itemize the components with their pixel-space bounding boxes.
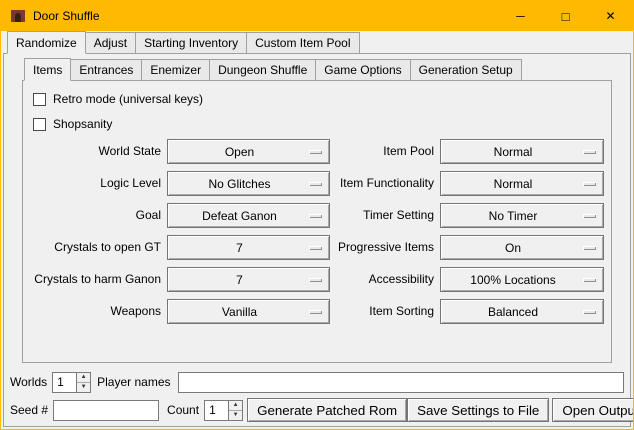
dropdown-indicator-icon xyxy=(583,310,596,314)
timer-setting-dropdown[interactable]: No Timer xyxy=(440,203,604,228)
crystals-ganon-dropdown[interactable]: 7 xyxy=(167,267,330,292)
goal-dropdown[interactable]: Defeat Ganon xyxy=(167,203,330,228)
open-output-directory-button[interactable]: Open Output Directory xyxy=(552,398,634,422)
goal-label: Goal xyxy=(29,203,161,228)
checkbox-icon xyxy=(33,93,46,106)
dropdown-value: No Glitches xyxy=(208,177,288,191)
logic-level-label: Logic Level xyxy=(29,171,161,196)
world-state-label: World State xyxy=(29,139,161,164)
worlds-input[interactable] xyxy=(52,372,76,393)
spin-down-icon[interactable]: ▼ xyxy=(77,383,90,392)
count-spinbox: ▲ ▼ xyxy=(204,400,243,421)
door-shuffle-window: Door Shuffle ─ □ ✕ Randomize Adjust Star… xyxy=(0,0,634,430)
inner-tab-bar: Items Entrances Enemizer Dungeon Shuffle… xyxy=(22,58,612,80)
minimize-button[interactable]: ─ xyxy=(498,1,543,31)
progressive-items-dropdown[interactable]: On xyxy=(440,235,604,260)
window-title: Door Shuffle xyxy=(33,9,498,23)
titlebar[interactable]: Door Shuffle ─ □ ✕ xyxy=(1,1,633,31)
tab-starting-inventory[interactable]: Starting Inventory xyxy=(135,32,247,54)
dropdown-indicator-icon xyxy=(309,214,322,218)
option-row: Crystals to harm Ganon 7 Accessibility 1… xyxy=(29,267,611,292)
checkbox-icon xyxy=(33,118,46,131)
logic-level-dropdown[interactable]: No Glitches xyxy=(167,171,330,196)
count-label: Count xyxy=(167,403,199,417)
dropdown-value: No Timer xyxy=(489,209,556,223)
tab-adjust[interactable]: Adjust xyxy=(85,32,136,54)
count-input[interactable] xyxy=(204,400,228,421)
items-pane: Retro mode (universal keys) Shopsanity W… xyxy=(22,80,612,363)
checkbox-label: Retro mode (universal keys) xyxy=(53,92,203,106)
spin-down-icon[interactable]: ▼ xyxy=(229,411,242,420)
progressive-items-label: Progressive Items xyxy=(330,235,434,260)
accessibility-dropdown[interactable]: 100% Locations xyxy=(440,267,604,292)
option-row: Logic Level No Glitches Item Functionali… xyxy=(29,171,611,196)
tab-dungeon-shuffle[interactable]: Dungeon Shuffle xyxy=(209,59,316,81)
player-names-label: Player names xyxy=(97,375,170,389)
weapons-label: Weapons xyxy=(29,299,161,324)
dropdown-indicator-icon xyxy=(309,246,322,250)
world-state-dropdown[interactable]: Open xyxy=(167,139,330,164)
footer: Worlds ▲ ▼ Player names Seed # Count xyxy=(10,371,624,422)
dropdown-value: 7 xyxy=(236,241,261,255)
crystals-gt-label: Crystals to open GT xyxy=(29,235,161,260)
tab-enemizer[interactable]: Enemizer xyxy=(141,59,210,81)
randomize-pane: Items Entrances Enemizer Dungeon Shuffle… xyxy=(3,53,631,427)
close-button[interactable]: ✕ xyxy=(588,1,633,31)
timer-setting-label: Timer Setting xyxy=(330,203,434,228)
dropdown-indicator-icon xyxy=(583,278,596,282)
dropdown-indicator-icon xyxy=(583,214,596,218)
dropdown-value: Balanced xyxy=(488,305,556,319)
seed-label: Seed # xyxy=(10,403,48,417)
dropdown-value: Normal xyxy=(494,177,551,191)
item-functionality-label: Item Functionality xyxy=(330,171,434,196)
tab-game-options[interactable]: Game Options xyxy=(315,59,410,81)
item-pool-dropdown[interactable]: Normal xyxy=(440,139,604,164)
save-settings-button[interactable]: Save Settings to File xyxy=(407,398,549,422)
spin-up-icon[interactable]: ▲ xyxy=(229,401,242,411)
generate-patched-rom-button[interactable]: Generate Patched Rom xyxy=(247,398,407,422)
dropdown-indicator-icon xyxy=(583,182,596,186)
dropdown-value: Defeat Ganon xyxy=(202,209,295,223)
checkbox-label: Shopsanity xyxy=(53,117,112,131)
crystals-ganon-label: Crystals to harm Ganon xyxy=(29,267,161,292)
dropdown-indicator-icon xyxy=(583,246,596,250)
dropdown-value: Vanilla xyxy=(222,305,275,319)
dropdown-indicator-icon xyxy=(309,150,322,154)
tab-entrances[interactable]: Entrances xyxy=(70,59,142,81)
dropdown-value: Open xyxy=(225,145,272,159)
tab-items[interactable]: Items xyxy=(24,58,71,81)
outer-tab-bar: Randomize Adjust Starting Inventory Cust… xyxy=(1,31,633,53)
dropdown-value: On xyxy=(505,241,539,255)
dropdown-value: 100% Locations xyxy=(470,273,573,287)
tab-generation-setup[interactable]: Generation Setup xyxy=(410,59,522,81)
option-row: Crystals to open GT 7 Progressive Items … xyxy=(29,235,611,260)
dropdown-indicator-icon xyxy=(309,278,322,282)
dropdown-value: Normal xyxy=(494,145,551,159)
spin-up-icon[interactable]: ▲ xyxy=(77,373,90,383)
item-sorting-dropdown[interactable]: Balanced xyxy=(440,299,604,324)
worlds-label: Worlds xyxy=(10,375,47,389)
accessibility-label: Accessibility xyxy=(330,267,434,292)
maximize-button[interactable]: □ xyxy=(543,1,588,31)
weapons-dropdown[interactable]: Vanilla xyxy=(167,299,330,324)
dropdown-indicator-icon xyxy=(583,150,596,154)
retro-mode-checkbox[interactable]: Retro mode (universal keys) xyxy=(33,89,611,109)
option-row: Goal Defeat Ganon Timer Setting No Timer xyxy=(29,203,611,228)
dropdown-value: 7 xyxy=(236,273,261,287)
worlds-spinbox: ▲ ▼ xyxy=(52,372,91,393)
player-names-input[interactable] xyxy=(178,372,625,393)
app-icon xyxy=(10,8,26,24)
dropdown-indicator-icon xyxy=(309,182,322,186)
seed-input[interactable] xyxy=(53,400,159,421)
option-row: Weapons Vanilla Item Sorting Balanced xyxy=(29,299,611,324)
crystals-gt-dropdown[interactable]: 7 xyxy=(167,235,330,260)
tab-custom-item-pool[interactable]: Custom Item Pool xyxy=(246,32,359,54)
option-row: World State Open Item Pool Normal xyxy=(29,139,611,164)
dropdown-indicator-icon xyxy=(309,310,322,314)
tab-randomize[interactable]: Randomize xyxy=(7,31,86,54)
item-pool-label: Item Pool xyxy=(330,139,434,164)
item-sorting-label: Item Sorting xyxy=(330,299,434,324)
item-functionality-dropdown[interactable]: Normal xyxy=(440,171,604,196)
shopsanity-checkbox[interactable]: Shopsanity xyxy=(33,114,611,134)
